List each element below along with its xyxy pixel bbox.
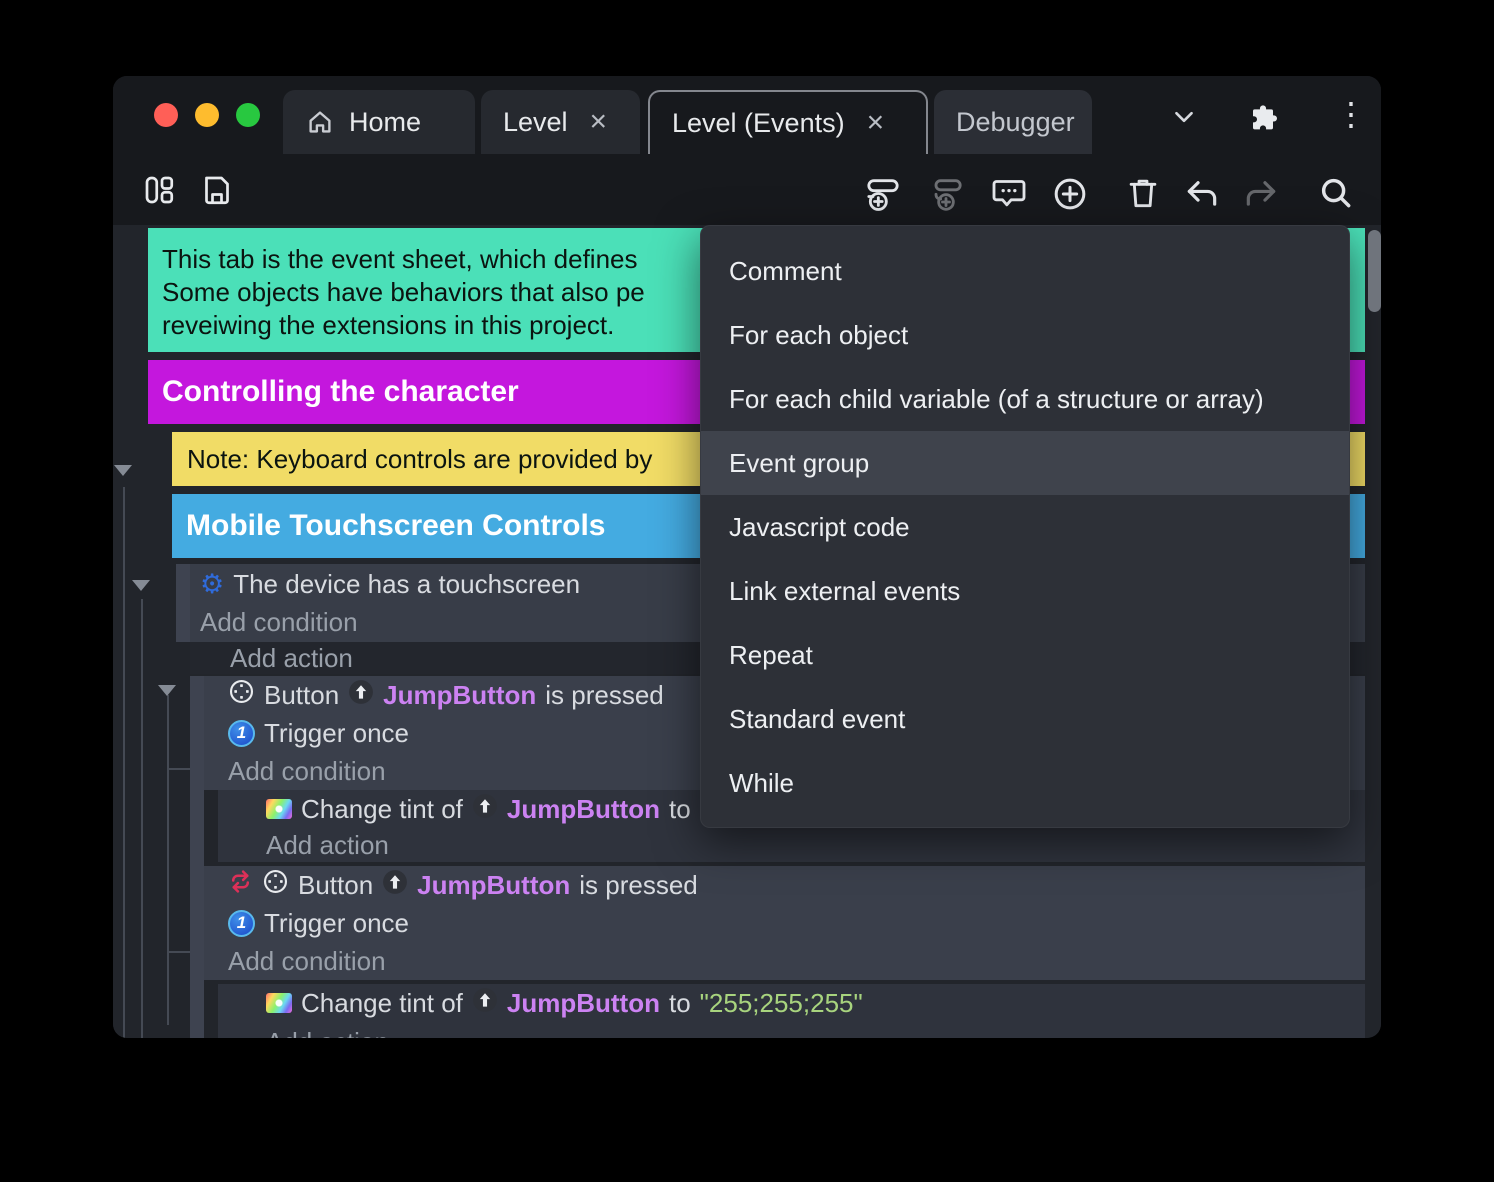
event-margin[interactable] <box>176 564 190 642</box>
collapse-arrow-icon[interactable] <box>132 580 150 591</box>
menu-item-javascript-code[interactable]: Javascript code <box>701 495 1349 559</box>
event-block-jumpbutton-pressed-inverted[interactable]: Button JumpButton is pressed 1 Trigger o… <box>204 866 1365 980</box>
screenshot-stage: Home Level × Level (Events) × Debugger ⋮ <box>0 0 1494 1182</box>
button-plugin-icon <box>262 868 289 902</box>
instance-name: JumpButton <box>383 679 537 710</box>
menu-item-standard-event[interactable]: Standard event <box>701 687 1349 751</box>
menu-item-comment[interactable]: Comment <box>701 239 1349 303</box>
tree-guide-line <box>141 599 143 1038</box>
addons-puzzle-icon[interactable] <box>1249 102 1281 134</box>
event-sheet-toolbar <box>113 154 1381 297</box>
tree-guide-line <box>167 695 169 1025</box>
app-window: Home Level × Level (Events) × Debugger ⋮ <box>113 76 1381 1038</box>
action-text: Change tint of <box>301 987 463 1018</box>
menu-item-link-external-events[interactable]: Link external events <box>701 559 1349 623</box>
add-action-link[interactable]: Add action <box>218 828 1365 862</box>
save-icon[interactable] <box>199 172 235 208</box>
inverted-condition-icon <box>228 869 253 901</box>
add-condition-link[interactable]: Add condition <box>204 942 1365 980</box>
tree-guide-line <box>123 487 125 1038</box>
add-comment-icon[interactable] <box>989 174 1029 214</box>
close-window-button[interactable] <box>154 103 178 127</box>
menu-item-repeat[interactable]: Repeat <box>701 623 1349 687</box>
condition-text: The device has a touchscreen <box>233 568 581 599</box>
tab-home[interactable]: Home <box>283 90 475 154</box>
action-value: "255;255;255" <box>699 987 863 1018</box>
menu-item-for-each-child-variable[interactable]: For each child variable (of a structure … <box>701 367 1349 431</box>
condition-text: Trigger once <box>264 907 409 938</box>
collapse-arrow-icon[interactable] <box>158 685 176 696</box>
tab-label: Level <box>503 106 568 137</box>
jumpbutton-instance-icon <box>382 869 408 902</box>
action-text: Change tint of <box>301 793 463 824</box>
add-action-circle-icon[interactable] <box>1050 174 1090 214</box>
close-tab-icon[interactable]: × <box>590 107 608 137</box>
menu-item-for-each-object[interactable]: For each object <box>701 303 1349 367</box>
jumpbutton-instance-icon <box>348 679 374 712</box>
button-plugin-icon <box>228 678 255 712</box>
tab-label: Debugger <box>956 106 1075 137</box>
instance-name: JumpButton <box>506 987 660 1018</box>
add-action-link[interactable]: Add action <box>218 1022 1365 1038</box>
tab-overflow-chevron-icon[interactable] <box>1169 104 1199 130</box>
window-menu-kebab-icon[interactable]: ⋮ <box>1335 98 1367 130</box>
redo-icon[interactable] <box>1242 174 1280 212</box>
tab-level-events[interactable]: Level (Events) × <box>648 90 928 154</box>
home-icon <box>305 107 335 137</box>
menu-item-event-group[interactable]: Event group <box>701 431 1349 495</box>
tree-guide-stub <box>167 768 190 770</box>
add-event-context-menu: Comment For each object For each child v… <box>700 225 1350 828</box>
instance-name: JumpButton <box>417 869 571 900</box>
condition-text: Trigger once <box>264 717 409 748</box>
close-tab-icon[interactable]: × <box>867 108 885 138</box>
group-title: Mobile Touchscreen Controls <box>186 509 606 542</box>
tint-rainbow-icon <box>266 993 292 1013</box>
tab-label: Home <box>349 106 422 137</box>
trigger-once-icon: 1 <box>228 909 255 937</box>
event-margin[interactable] <box>190 676 204 1038</box>
object-name: Button <box>298 869 374 900</box>
action-area: Change tint of JumpButton to "255;255;25… <box>218 984 1365 1038</box>
layout-panels-icon[interactable] <box>141 172 177 208</box>
tab-debugger[interactable]: Debugger <box>934 90 1092 154</box>
condition-predicate: is pressed <box>579 869 698 900</box>
tint-rainbow-icon <box>266 799 292 819</box>
menu-item-while[interactable]: While <box>701 751 1349 815</box>
object-name: Button <box>264 679 340 710</box>
add-sub-event-icon[interactable] <box>926 174 966 214</box>
tab-label: Level (Events) <box>672 107 845 138</box>
action-text: to <box>668 987 691 1018</box>
add-event-icon[interactable] <box>863 174 903 214</box>
tab-level[interactable]: Level × <box>481 90 640 154</box>
jumpbutton-instance-icon <box>472 793 498 826</box>
group-title: Controlling the character <box>162 375 519 408</box>
title-bar: Home Level × Level (Events) × Debugger ⋮ <box>113 76 1381 154</box>
trigger-once-icon: 1 <box>228 719 255 747</box>
undo-icon[interactable] <box>1183 174 1221 212</box>
collapse-arrow-icon[interactable] <box>114 465 132 476</box>
search-icon[interactable] <box>1317 174 1355 212</box>
comment-line: Note: Keyboard controls are provided by <box>187 443 653 474</box>
action-change-tint[interactable]: Change tint of JumpButton to "255;255;25… <box>218 984 1365 1022</box>
action-text: to <box>668 793 691 824</box>
delete-icon[interactable] <box>1124 174 1162 212</box>
system-gear-icon: ⚙ <box>200 568 225 599</box>
jumpbutton-instance-icon <box>472 987 498 1020</box>
tree-guide-stub <box>167 951 190 953</box>
instance-name: JumpButton <box>506 793 660 824</box>
condition-predicate: is pressed <box>545 679 664 710</box>
vertical-scrollbar-thumb[interactable] <box>1368 230 1381 312</box>
minimize-window-button[interactable] <box>195 103 219 127</box>
fullscreen-window-button[interactable] <box>236 103 260 127</box>
